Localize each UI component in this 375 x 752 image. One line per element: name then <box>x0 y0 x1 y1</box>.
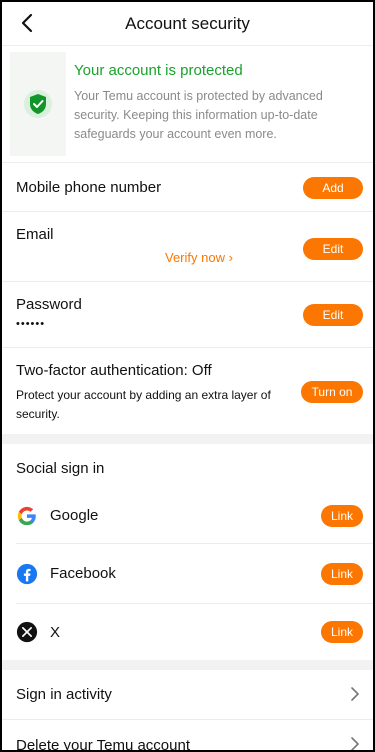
social-section-title: Social sign in <box>16 460 105 477</box>
delete-account-row[interactable]: Delete your Temu account <box>2 720 373 752</box>
chevron-right-icon <box>351 737 359 750</box>
phone-row: Mobile phone number Add <box>2 162 373 212</box>
google-icon <box>17 506 36 525</box>
x-icon <box>16 621 38 643</box>
header: Account security <box>2 2 373 46</box>
turn-on-two-factor-button[interactable]: Turn on <box>301 381 363 403</box>
protection-description: Your Temu account is protected by advanc… <box>74 89 323 141</box>
two-factor-row: Two-factor authentication: Off Protect y… <box>2 348 373 434</box>
link-google-button[interactable]: Link <box>320 504 363 527</box>
two-factor-description: Protect your account by adding an extra … <box>16 388 271 421</box>
protection-text: Your account is protected Your Temu acco… <box>66 52 365 156</box>
google-label: Google <box>50 507 99 524</box>
edit-password-button[interactable]: Edit <box>303 304 363 326</box>
shield-panel <box>10 52 66 156</box>
password-label: Password <box>16 296 82 313</box>
sign-in-activity-label: Sign in activity <box>16 686 112 703</box>
social-item-x: X Link <box>16 604 373 660</box>
phone-label: Mobile phone number <box>16 179 162 196</box>
facebook-icon <box>16 563 38 584</box>
password-mask: •••••• <box>16 318 46 330</box>
email-row: Email Verify now › Edit <box>2 212 373 282</box>
protection-banner: Your account is protected Your Temu acco… <box>10 52 365 156</box>
facebook-label: Facebook <box>50 565 116 582</box>
social-item-google: Google Link <box>16 488 373 544</box>
shield-check-icon <box>24 90 52 118</box>
delete-account-label: Delete your Temu account <box>16 736 190 752</box>
section-divider-2 <box>2 660 373 670</box>
edit-email-button[interactable]: Edit <box>303 238 363 260</box>
add-phone-button[interactable]: Add <box>303 177 363 199</box>
page-title: Account security <box>125 13 250 33</box>
social-item-facebook: Facebook Link <box>16 544 373 604</box>
link-facebook-button[interactable]: Link <box>320 562 363 585</box>
section-divider <box>2 434 373 444</box>
chevron-right-icon <box>351 687 359 701</box>
verify-now-link[interactable]: Verify now › <box>165 250 233 265</box>
protection-title: Your account is protected <box>74 62 243 79</box>
link-x-button[interactable]: Link <box>320 621 363 643</box>
back-button[interactable] <box>16 10 38 36</box>
email-label: Email <box>16 226 54 243</box>
x-label: X <box>50 623 61 641</box>
account-security-screen: Account security Your account is protect… <box>0 0 375 752</box>
password-row: Password •••••• Edit <box>2 282 373 348</box>
chevron-left-icon <box>21 13 33 33</box>
two-factor-label: Two-factor authentication: Off <box>16 362 212 379</box>
sign-in-activity-row[interactable]: Sign in activity <box>2 670 373 720</box>
